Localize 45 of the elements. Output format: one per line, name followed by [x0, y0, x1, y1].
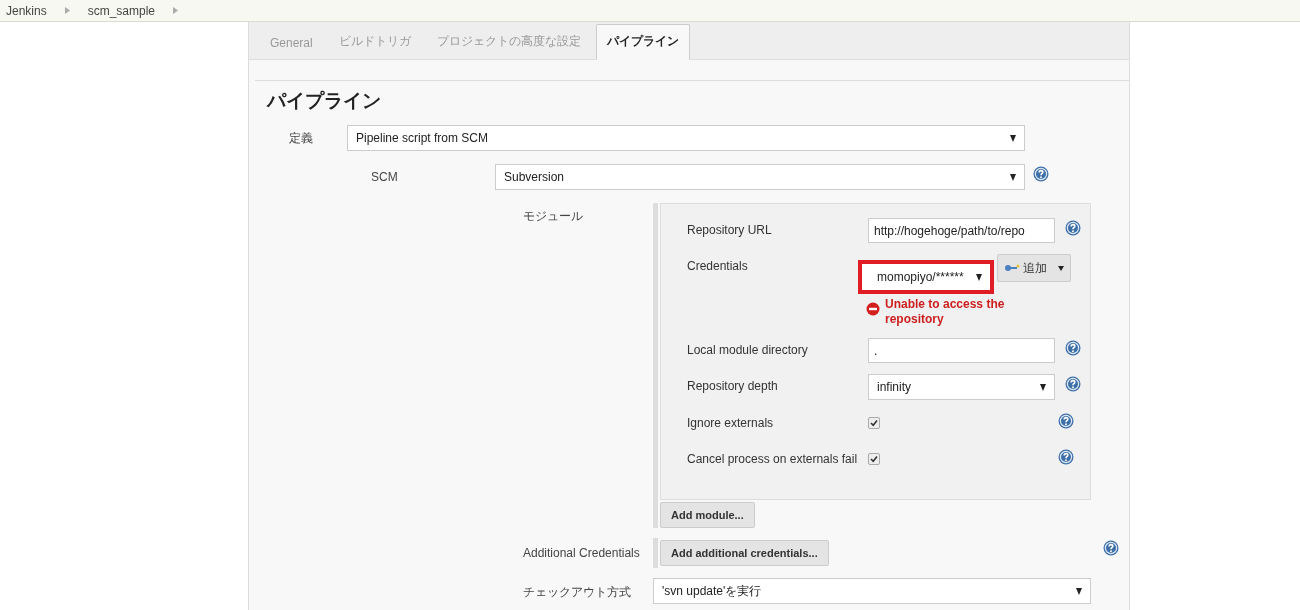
checkout-select[interactable]: 'svn update'を実行: [653, 578, 1091, 604]
field-label: チェックアウト方式: [523, 584, 632, 601]
caret-icon: [1040, 383, 1046, 391]
error-icon: [866, 302, 880, 316]
caret-icon: [1058, 265, 1064, 271]
depth-select[interactable]: infinity: [868, 374, 1055, 400]
field-label: Additional Credentials: [523, 545, 641, 560]
caret-icon: [1010, 134, 1016, 142]
key-icon: [1004, 264, 1020, 272]
field-label: 定義: [289, 129, 314, 147]
caret-icon: [976, 273, 982, 281]
caret-icon: [173, 7, 179, 14]
help-icon[interactable]: [1065, 376, 1081, 392]
help-icon[interactable]: [1065, 220, 1081, 236]
add-credentials-button[interactable]: Add additional credentials...: [660, 540, 829, 566]
section-title: パイプライン: [267, 89, 382, 113]
add-module-button[interactable]: Add module...: [660, 502, 755, 528]
help-icon[interactable]: [1103, 540, 1119, 556]
help-icon[interactable]: [1058, 449, 1074, 465]
scm-select[interactable]: Subversion: [495, 164, 1025, 190]
help-icon[interactable]: [1058, 413, 1074, 429]
help-icon[interactable]: [1065, 340, 1081, 356]
add-credentials-button[interactable]: 追加: [997, 254, 1071, 282]
field-label: SCM: [371, 170, 399, 184]
tab[interactable]: パイプライン: [595, 24, 690, 60]
field-label: モジュール: [523, 208, 584, 225]
caret-icon: [1010, 173, 1016, 181]
checkbox[interactable]: [868, 453, 880, 465]
field-label: Ignore externals: [687, 415, 775, 430]
checkbox[interactable]: [868, 417, 880, 429]
definition-select[interactable]: Pipeline script from SCM: [347, 125, 1025, 151]
field-label: Local module directory: [687, 342, 809, 357]
input-field[interactable]: .: [868, 338, 1055, 363]
field-label: Repository URL: [687, 222, 773, 237]
help-icon[interactable]: [1033, 166, 1049, 182]
error-message: Unable to access the repository: [885, 297, 1006, 327]
breadcrumb-link[interactable]: scm_sample: [87, 3, 156, 18]
breadcrumb-link[interactable]: Jenkins: [6, 3, 47, 18]
caret-icon: [1076, 587, 1082, 595]
credentials-select[interactable]: momopiyo/******: [858, 260, 994, 294]
input-field[interactable]: http://hogehoge/path/to/repo: [868, 218, 1055, 243]
field-label: Repository depth: [687, 378, 779, 393]
caret-icon: [64, 7, 70, 14]
field-label: Cancel process on externals fail: [687, 451, 859, 466]
field-label: Credentials: [687, 258, 749, 273]
